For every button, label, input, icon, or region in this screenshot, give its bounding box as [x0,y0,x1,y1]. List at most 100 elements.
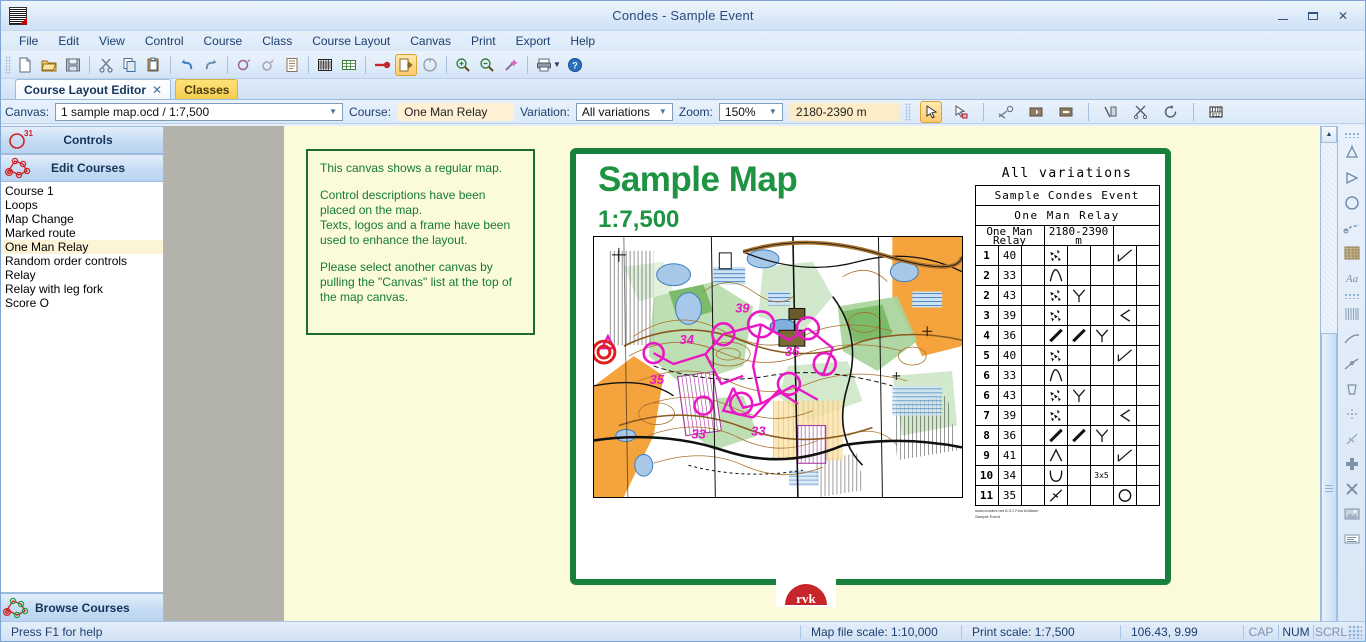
list-item-loops[interactable]: Loops [1,198,163,212]
bucket-fill-icon[interactable] [1340,377,1364,401]
select-add-pointer-icon[interactable] [950,101,972,123]
menu-item-course-layout[interactable]: Course Layout [302,32,400,50]
legend-icon[interactable] [1340,527,1364,551]
save-disk-icon[interactable] [62,54,84,76]
orienteering-map-image[interactable]: 34 39 35 33 33 36 [593,236,963,498]
zoom-in-icon[interactable] [452,54,474,76]
paste-icon[interactable] [143,54,165,76]
sidebar-section-browse-courses[interactable]: Browse Courses [1,593,163,621]
table-row: 1 40 [974,245,1160,266]
list-item-one-man-relay[interactable]: One Man Relay [1,240,163,254]
copy-icon[interactable] [119,54,141,76]
undo-arrow-icon[interactable] [176,54,198,76]
print-icon[interactable] [533,54,555,76]
renumber-icon[interactable]: 012 [1205,101,1227,123]
cd-west-side-icon [1112,405,1137,426]
redo-arrow-icon[interactable] [200,54,222,76]
move-control-left-icon[interactable] [1055,101,1077,123]
menu-item-export[interactable]: Export [506,32,561,50]
cd-other-icon [1135,345,1160,366]
start-triangle-icon[interactable] [371,54,393,76]
list-item-relay-with-leg-fork[interactable]: Relay with leg fork [1,282,163,296]
zoom-select[interactable]: 150% ▼ [718,102,783,121]
map-sheet[interactable]: Sample Map 1:7,500 34 39 35 33 33 36 All… [570,148,1171,607]
menu-item-class[interactable]: Class [252,32,302,50]
finish-triangle-icon[interactable] [1340,166,1364,190]
select-pointer-icon[interactable] [919,100,942,123]
magic-wand-icon[interactable] [500,54,522,76]
course-value-field[interactable]: One Man Relay [397,102,515,121]
table-grid-icon[interactable] [338,54,360,76]
menu-item-course[interactable]: Course [194,32,253,50]
control-edit-icon[interactable] [257,54,279,76]
list-item-relay[interactable]: Relay [1,268,163,282]
list-item-score-o[interactable]: Score O [1,296,163,310]
scroll-track[interactable] [1321,143,1337,641]
zoom-out-icon[interactable] [476,54,498,76]
course-list[interactable]: Course 1 Loops Map Change Marked route O… [1,182,163,593]
control-description-block: All variations Sample Condes Event One M… [971,166,1163,520]
menu-item-print[interactable]: Print [461,32,506,50]
tab-classes[interactable]: Classes [175,79,239,99]
sidebar-section-edit-courses[interactable]: Edit Courses [1,154,163,182]
chevron-down-icon[interactable]: ▼ [656,107,670,116]
cd-knoll-icon [1043,265,1068,286]
marked-route-icon[interactable] [1340,216,1364,240]
sidebar-section-controls[interactable]: 31 Controls [1,126,163,154]
cut-leg-icon[interactable] [995,101,1017,123]
print-dropdown-caret-icon[interactable]: ▼ [553,60,561,69]
start-triangle-marker-icon[interactable] [1340,141,1364,165]
text-Aa-icon[interactable]: Aa [1340,266,1364,290]
move-control-right-icon[interactable] [1025,101,1047,123]
map-canvas[interactable]: This canvas shows a regular map. Control… [284,126,1320,621]
menu-item-view[interactable]: View [89,32,135,50]
table-dense-icon[interactable] [314,54,336,76]
list-item-marked-route[interactable]: Marked route [1,226,163,240]
chevron-down-icon[interactable]: ▼ [326,107,340,116]
bend-leg-icon[interactable] [1100,101,1122,123]
resize-grip-icon[interactable] [1348,624,1362,639]
trim-legs-icon[interactable] [1130,101,1152,123]
x-cross-icon[interactable] [1340,477,1364,501]
toolbar-grip[interactable] [5,55,11,74]
help-icon[interactable]: ? [564,54,586,76]
chevron-down-icon[interactable]: ▼ [766,107,780,116]
menu-item-control[interactable]: Control [135,32,194,50]
crossing-dashed-icon[interactable] [1340,427,1364,451]
canvas-select[interactable]: 1 sample map.ocd / 1:7,500 ▼ [55,102,344,121]
menu-item-edit[interactable]: Edit [48,32,89,50]
curve-line-icon[interactable] [1340,327,1364,351]
crossing-point-icon[interactable] [1340,402,1364,426]
hatch-pattern-icon[interactable] [1340,302,1364,326]
list-item-random-order-controls[interactable]: Random order controls [1,254,163,268]
palette-grip[interactable] [1343,132,1360,138]
control-description-table-icon[interactable] [1340,241,1364,265]
course-layout-icon[interactable] [395,53,417,76]
class-icon[interactable] [419,54,441,76]
variation-select[interactable]: All variations ▼ [575,102,673,121]
open-folder-icon[interactable] [38,54,60,76]
control-circle-icon[interactable] [1340,191,1364,215]
control-list-icon[interactable] [281,54,303,76]
list-item-map-change[interactable]: Map Change [1,212,163,226]
scroll-up-button[interactable]: ▲ [1321,126,1337,143]
palette-grip[interactable] [1343,293,1360,299]
bent-line-icon[interactable] [1340,352,1364,376]
cut-scissors-icon[interactable] [95,54,117,76]
new-file-icon[interactable] [14,54,36,76]
control-add-icon[interactable] [233,54,255,76]
plus-cross-icon[interactable] [1340,452,1364,476]
tab-close-icon[interactable]: ✕ [152,83,162,97]
scroll-thumb[interactable] [1321,333,1337,641]
menu-item-file[interactable]: File [9,32,48,50]
cd-dimensions-icon [1089,305,1114,326]
image-icon[interactable] [1340,502,1364,526]
canvas-vertical-scrollbar[interactable]: ▲ ▼ [1320,126,1337,641]
tab-course-layout-editor[interactable]: Course Layout Editor ✕ [15,79,172,99]
rotate-icon[interactable] [1160,101,1182,123]
canvas-tools-grip[interactable] [904,102,911,121]
menu-item-help[interactable]: Help [560,32,605,50]
menu-item-canvas[interactable]: Canvas [400,32,461,50]
list-item-course-1[interactable]: Course 1 [1,184,163,198]
table-row: 2 43 [974,285,1160,306]
